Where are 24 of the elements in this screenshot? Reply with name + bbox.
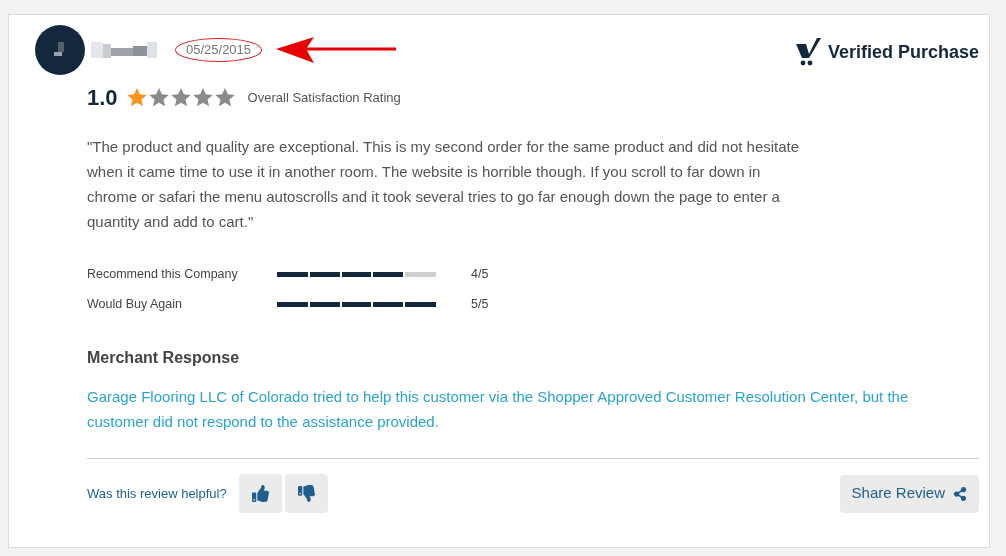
thumbs-down-icon xyxy=(297,485,315,502)
share-review-button[interactable]: Share Review xyxy=(839,474,979,513)
helpful-prompt: Was this review helpful? xyxy=(87,484,227,503)
merchant-response-title: Merchant Response xyxy=(87,348,241,368)
star-icon xyxy=(191,87,214,108)
thumbs-up-button[interactable] xyxy=(238,474,282,513)
thumbs-up-icon xyxy=(251,485,269,502)
blurred-initial-drawing xyxy=(54,42,66,58)
verified-purchase-label: Verified Purchase xyxy=(827,40,979,64)
star-icon xyxy=(125,87,148,108)
rating-score: 1.0 xyxy=(87,84,118,112)
cart-check-icon xyxy=(795,38,822,66)
thumbs-down-button[interactable] xyxy=(284,474,328,513)
metric-label: Recommend this Company xyxy=(87,265,239,283)
rating-label: Overall Satisfaction Rating xyxy=(247,88,401,107)
metric-score: 4/5 xyxy=(471,265,489,283)
star-icon xyxy=(147,87,170,108)
metric-label: Would Buy Again xyxy=(87,295,183,313)
share-icon xyxy=(953,486,967,501)
star-icon xyxy=(213,87,236,108)
merchant-response-text: Garage Flooring LLC of Colorado tried to help this customer via the Shopper Approved Customer Resolution Center, but the customer did not respond to the assistance provided. xyxy=(87,387,910,432)
star-icon xyxy=(169,87,192,108)
review-text: "The product and quality are exceptional. This is my second order for the same product and did not hesitate when it came time to use it in another room. The website is horrible though. If you scroll to far down in chrome or safari the menu autoscrolls and it took several tries to go far enough down the page to enter a quantity and add to cart." xyxy=(87,137,801,232)
metric-score: 5/5 xyxy=(471,295,489,313)
